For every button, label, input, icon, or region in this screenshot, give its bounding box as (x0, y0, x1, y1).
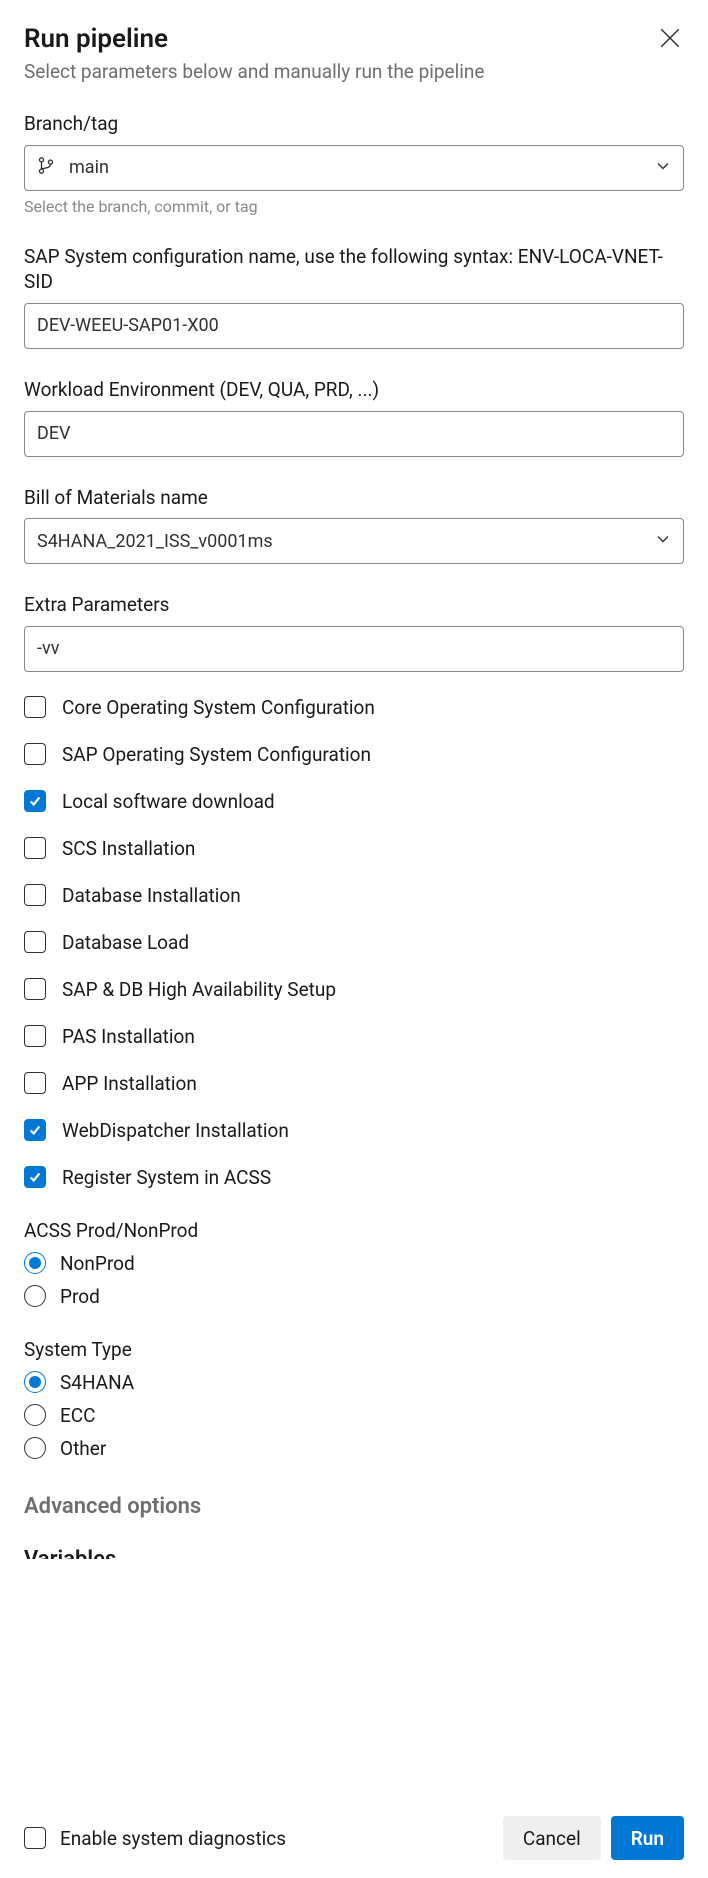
pas-installation-label: PAS Installation (62, 1025, 195, 1048)
local-software-download-checkbox[interactable] (24, 790, 46, 812)
system-type-label: System Type (24, 1338, 684, 1361)
acss-radio-nonprod[interactable] (24, 1252, 46, 1274)
system-type-option-other: Other (24, 1437, 684, 1460)
system-type-label-s4hana: S4HANA (60, 1371, 134, 1394)
system-type-option-s4hana: S4HANA (24, 1371, 684, 1394)
acss-radio-prod[interactable] (24, 1285, 46, 1307)
core-os-config-label: Core Operating System Configuration (62, 696, 375, 719)
webdispatcher-installation-checkbox[interactable] (24, 1119, 46, 1141)
chevron-down-icon (655, 157, 671, 178)
enable-diagnostics-label: Enable system diagnostics (60, 1827, 286, 1850)
checkbox-row-pas-installation: PAS Installation (24, 1025, 684, 1048)
enable-diagnostics-checkbox[interactable] (24, 1827, 46, 1849)
database-installation-checkbox[interactable] (24, 884, 46, 906)
system-type-radio-ecc[interactable] (24, 1404, 46, 1426)
sap-db-ha-setup-label: SAP & DB High Availability Setup (62, 978, 336, 1001)
run-button[interactable]: Run (611, 1816, 684, 1860)
extra-params-label: Extra Parameters (24, 592, 684, 618)
core-os-config-checkbox[interactable] (24, 696, 46, 718)
acss-label-prod: Prod (60, 1285, 100, 1308)
sap-config-label: SAP System configuration name, use the f… (24, 244, 684, 295)
variables-header-cutoff: Variables (24, 1547, 684, 1559)
acss-group-label: ACSS Prod/NonProd (24, 1219, 684, 1242)
database-load-label: Database Load (62, 931, 189, 954)
bom-label: Bill of Materials name (24, 485, 684, 511)
sap-os-config-label: SAP Operating System Configuration (62, 743, 371, 766)
branch-label: Branch/tag (24, 111, 684, 137)
system-type-label-ecc: ECC (60, 1404, 96, 1427)
checkbox-list: Core Operating System Configuration SAP O… (24, 696, 684, 1189)
panel-subtitle: Select parameters below and manually run… (24, 60, 484, 83)
run-pipeline-panel: Run pipeline Select parameters below and… (0, 0, 708, 1798)
checkbox-row-webdispatcher-installation: WebDispatcher Installation (24, 1119, 684, 1142)
sap-os-config-checkbox[interactable] (24, 743, 46, 765)
close-icon[interactable] (656, 24, 684, 56)
chevron-down-icon (655, 531, 671, 552)
webdispatcher-installation-label: WebDispatcher Installation (62, 1119, 289, 1142)
workload-env-label: Workload Environment (DEV, QUA, PRD, ...… (24, 377, 684, 403)
database-installation-label: Database Installation (62, 884, 241, 907)
system-type-option-ecc: ECC (24, 1404, 684, 1427)
checkbox-row-core-os-config: Core Operating System Configuration (24, 696, 684, 719)
panel-footer: Enable system diagnostics Cancel Run (0, 1798, 708, 1878)
checkbox-row-database-load: Database Load (24, 931, 684, 954)
register-acss-label: Register System in ACSS (62, 1166, 271, 1189)
workload-env-field: Workload Environment (DEV, QUA, PRD, ...… (24, 377, 684, 457)
advanced-options-header[interactable]: Advanced options (24, 1494, 684, 1519)
branch-helper: Select the branch, commit, or tag (24, 197, 684, 216)
checkbox-row-local-software-download: Local software download (24, 790, 684, 813)
bom-select[interactable]: S4HANA_2021_ISS_v0001ms (24, 518, 684, 564)
acss-option-nonprod: NonProd (24, 1252, 684, 1275)
system-type-radio-other[interactable] (24, 1437, 46, 1459)
sap-config-field: SAP System configuration name, use the f… (24, 244, 684, 349)
branch-select[interactable]: main (24, 145, 684, 191)
checkbox-row-sap-db-ha-setup: SAP & DB High Availability Setup (24, 978, 684, 1001)
scs-installation-label: SCS Installation (62, 837, 195, 860)
extra-params-field: Extra Parameters (24, 592, 684, 672)
branch-field: Branch/tag main Select the branch, commi… (24, 111, 684, 216)
checkbox-row-database-installation: Database Installation (24, 884, 684, 907)
bom-field: Bill of Materials name S4HANA_2021_ISS_v… (24, 485, 684, 565)
checkbox-row-sap-os-config: SAP Operating System Configuration (24, 743, 684, 766)
app-installation-checkbox[interactable] (24, 1072, 46, 1094)
bom-value: S4HANA_2021_ISS_v0001ms (37, 531, 273, 552)
checkbox-row-app-installation: APP Installation (24, 1072, 684, 1095)
extra-params-input[interactable] (24, 626, 684, 672)
system-type-radio-s4hana[interactable] (24, 1371, 46, 1393)
workload-env-input[interactable] (24, 411, 684, 457)
scs-installation-checkbox[interactable] (24, 837, 46, 859)
checkbox-row-register-acss: Register System in ACSS (24, 1166, 684, 1189)
panel-title: Run pipeline (24, 24, 484, 54)
sap-db-ha-setup-checkbox[interactable] (24, 978, 46, 1000)
system-type-radio-group: S4HANA ECC Other (24, 1371, 684, 1460)
system-type-label-other: Other (60, 1437, 106, 1460)
acss-radio-group: NonProd Prod (24, 1252, 684, 1308)
panel-header: Run pipeline Select parameters below and… (24, 24, 684, 83)
branch-value: main (69, 157, 109, 178)
app-installation-label: APP Installation (62, 1072, 197, 1095)
acss-label-nonprod: NonProd (60, 1252, 135, 1275)
local-software-download-label: Local software download (62, 790, 275, 813)
cancel-button[interactable]: Cancel (503, 1816, 601, 1860)
register-acss-checkbox[interactable] (24, 1166, 46, 1188)
checkbox-row-scs-installation: SCS Installation (24, 837, 684, 860)
acss-option-prod: Prod (24, 1285, 684, 1308)
sap-config-input[interactable] (24, 303, 684, 349)
branch-icon (37, 156, 55, 179)
database-load-checkbox[interactable] (24, 931, 46, 953)
pas-installation-checkbox[interactable] (24, 1025, 46, 1047)
